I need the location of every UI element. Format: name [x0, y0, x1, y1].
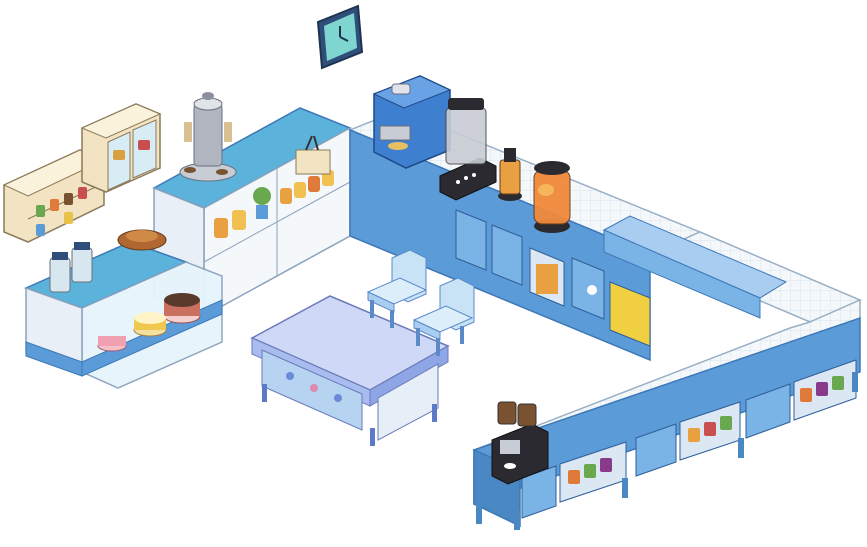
wall-clock[interactable]: [316, 4, 364, 70]
bread-icon: [117, 229, 167, 251]
wall-cabinet[interactable]: [80, 103, 162, 193]
cup-dispenser[interactable]: [179, 92, 237, 182]
cafe-room-scene: [2, 4, 862, 530]
flower-icon: [587, 285, 597, 295]
espresso-machine[interactable]: [372, 75, 452, 169]
coffee-grinder[interactable]: [491, 401, 549, 485]
juice-dispenser[interactable]: [533, 161, 571, 233]
